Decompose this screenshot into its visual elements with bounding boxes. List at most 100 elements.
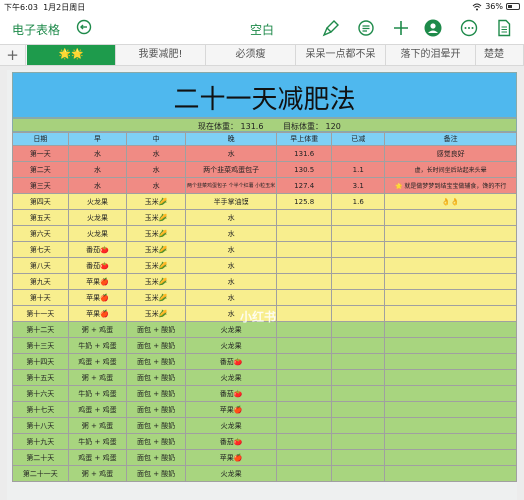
table-cell[interactable] — [276, 257, 333, 274]
table-cell[interactable]: 苹果🍎 — [67, 273, 128, 290]
table-cell[interactable]: 第七天 — [12, 241, 69, 258]
table-cell[interactable]: 面包 + 酸奶 — [126, 353, 186, 370]
table-cell[interactable] — [384, 401, 517, 418]
table-cell[interactable]: 第十一天 — [12, 305, 69, 322]
header-date[interactable]: 日期 — [12, 132, 69, 146]
table-cell[interactable]: 水 — [67, 161, 128, 178]
table-cell[interactable] — [331, 289, 386, 306]
table-cell[interactable] — [331, 273, 386, 290]
add-sheet-button[interactable]: + — [0, 45, 26, 65]
table-cell[interactable]: 第十八天 — [12, 417, 69, 434]
tab-lose-weight[interactable]: 我要减肥! — [116, 45, 206, 65]
table-cell[interactable] — [276, 433, 333, 450]
table-cell[interactable] — [276, 337, 333, 354]
table-cell[interactable]: 第十二天 — [12, 321, 69, 338]
table-cell[interactable]: 玉米🌽 — [126, 225, 186, 242]
table-cell[interactable]: 苹果🍎 — [184, 401, 278, 418]
table-cell[interactable]: 粥 + 鸡蛋 — [67, 465, 128, 482]
table-cell[interactable] — [331, 305, 386, 322]
table-cell[interactable]: 第十九天 — [12, 433, 69, 450]
table-cell[interactable]: 牛奶 + 鸡蛋 — [67, 337, 128, 354]
table-cell[interactable] — [331, 353, 386, 370]
more-icon[interactable] — [460, 19, 478, 37]
weight-row[interactable]: 现在体重： 131.6 目标体重： 120 — [12, 118, 517, 132]
table-cell[interactable]: 番茄🍅 — [184, 433, 278, 450]
table-cell[interactable]: 130.5 — [276, 161, 333, 178]
document-icon[interactable] — [495, 19, 513, 37]
table-cell[interactable] — [276, 305, 333, 322]
header-lunch[interactable]: 中 — [126, 132, 186, 146]
tab-stars[interactable]: 🌟🌟 — [27, 45, 116, 65]
table-cell[interactable]: 水 — [184, 209, 278, 226]
table-cell[interactable]: 水 — [184, 241, 278, 258]
plus-icon[interactable] — [392, 19, 410, 37]
table-cell[interactable]: 第二十天 — [12, 449, 69, 466]
table-cell[interactable]: 半手掌油馍 — [184, 193, 278, 210]
table-cell[interactable] — [384, 417, 517, 434]
table-cell[interactable] — [331, 241, 386, 258]
table-cell[interactable]: 粥 + 鸡蛋 — [67, 369, 128, 386]
table-cell[interactable] — [276, 225, 333, 242]
table-cell[interactable] — [331, 209, 386, 226]
table-cell[interactable]: 感觉良好 — [384, 145, 517, 162]
table-cell[interactable]: 玉米🌽 — [126, 257, 186, 274]
table-cell[interactable]: 粥 + 鸡蛋 — [67, 417, 128, 434]
table-cell[interactable]: 水 — [184, 257, 278, 274]
table-cell[interactable] — [331, 369, 386, 386]
table-cell[interactable]: 牛奶 + 鸡蛋 — [67, 433, 128, 450]
table-cell[interactable] — [384, 353, 517, 370]
table-cell[interactable]: 水 — [184, 289, 278, 306]
table-cell[interactable]: 火龙果 — [184, 369, 278, 386]
table-cell[interactable]: 第十六天 — [12, 385, 69, 402]
table-cell[interactable]: 第十五天 — [12, 369, 69, 386]
back-to-spreadsheets-button[interactable]: 电子表格 — [12, 21, 60, 38]
table-cell[interactable]: 玉米🌽 — [126, 289, 186, 306]
table-cell[interactable] — [276, 369, 333, 386]
table-cell[interactable]: 面包 + 酸奶 — [126, 433, 186, 450]
table-cell[interactable]: 第八天 — [12, 257, 69, 274]
table-cell[interactable]: 水 — [184, 145, 278, 162]
table-cell[interactable]: 两个韭菜鸡蛋包子 — [184, 161, 278, 178]
table-cell[interactable]: 3.1 — [331, 177, 386, 194]
table-cell[interactable] — [384, 289, 517, 306]
tab-chuchu[interactable]: 楚楚 — [476, 45, 524, 65]
table-cell[interactable]: 第三天 — [12, 177, 69, 194]
table-cell[interactable]: 水 — [126, 177, 186, 194]
table-cell[interactable]: 鸡蛋 + 鸡蛋 — [67, 449, 128, 466]
table-cell[interactable] — [384, 225, 517, 242]
table-cell[interactable] — [276, 241, 333, 258]
table-cell[interactable]: 第二天 — [12, 161, 69, 178]
table-cell[interactable]: 虚，长时间坐后站起来头晕 — [384, 161, 517, 178]
table-cell[interactable]: 131.6 — [276, 145, 333, 162]
table-cell[interactable] — [331, 433, 386, 450]
table-cell[interactable]: 粥 + 鸡蛋 — [67, 321, 128, 338]
table-cell[interactable] — [331, 401, 386, 418]
table-cell[interactable]: 火龙果 — [184, 337, 278, 354]
table-cell[interactable]: 水 — [184, 225, 278, 242]
table-cell[interactable]: 番茄🍅 — [184, 385, 278, 402]
table-cell[interactable] — [331, 385, 386, 402]
table-cell[interactable] — [331, 337, 386, 354]
table-cell[interactable]: 水 — [184, 273, 278, 290]
table-cell[interactable] — [384, 337, 517, 354]
table-cell[interactable] — [276, 417, 333, 434]
table-cell[interactable]: 水 — [67, 145, 128, 162]
undo-icon[interactable] — [76, 19, 92, 35]
table-cell[interactable]: 面包 + 酸奶 — [126, 417, 186, 434]
table-cell[interactable] — [331, 417, 386, 434]
table-cell[interactable] — [276, 385, 333, 402]
table-cell[interactable] — [276, 401, 333, 418]
table-cell[interactable]: 🌟 就是做梦梦到结宝宝做辅食，馋的不行 — [384, 177, 517, 194]
table-cell[interactable]: 火龙果 — [184, 417, 278, 434]
table-cell[interactable] — [331, 225, 386, 242]
collaborate-icon[interactable] — [424, 19, 442, 37]
table-cell[interactable]: 第九天 — [12, 273, 69, 290]
table-cell[interactable]: 番茄🍅 — [67, 241, 128, 258]
table-cell[interactable]: 127.4 — [276, 177, 333, 194]
table-cell[interactable]: 玉米🌽 — [126, 273, 186, 290]
table-cell[interactable]: 苹果🍎 — [67, 305, 128, 322]
table-cell[interactable] — [384, 305, 517, 322]
header-notes[interactable]: 备注 — [384, 132, 517, 146]
table-cell[interactable]: 面包 + 酸奶 — [126, 337, 186, 354]
table-cell[interactable]: 水 — [126, 145, 186, 162]
